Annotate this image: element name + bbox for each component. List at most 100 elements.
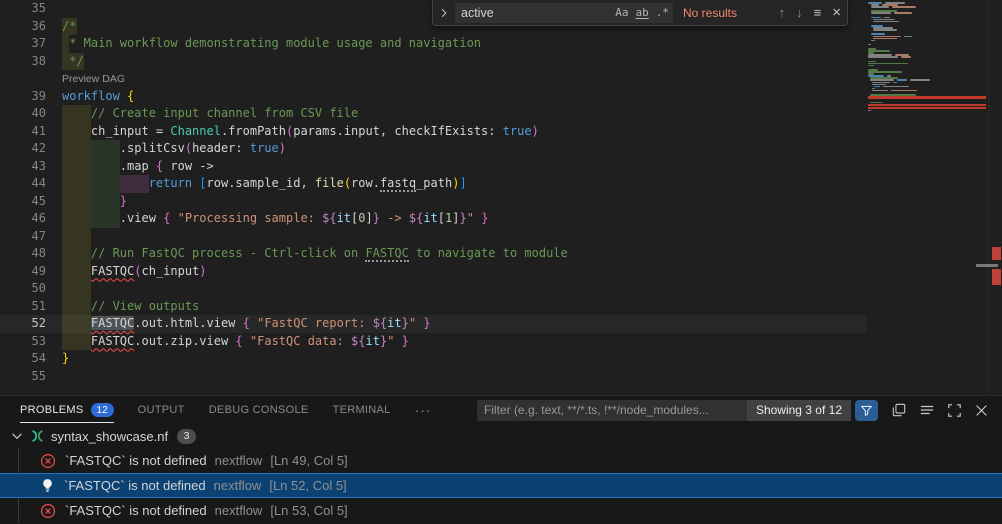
match-case-toggle[interactable]: Aa [615,6,628,19]
line-number: 35 [0,0,46,18]
code-token: it [387,316,401,330]
code-token: true [503,124,532,138]
filter-funnel-button[interactable] [855,400,878,421]
line-number: 37 [0,35,46,53]
problem-message: `FASTQC` is not defined [64,478,206,493]
code-line[interactable]: 37 * Main workflow demonstrating module … [0,35,866,53]
maximize-panel-icon[interactable] [948,404,961,417]
code-token: [ [199,176,206,190]
code-line[interactable]: 43 .map { row -> [0,158,866,176]
code-line[interactable]: 54} [0,350,866,368]
ruler-cursor-mark [976,264,998,267]
minimap[interactable] [868,2,988,112]
view-as-list-icon[interactable] [920,403,934,417]
line-number: 36 [0,18,46,36]
previous-match-icon[interactable]: ↑ [779,5,786,20]
ruler-error-mark [992,269,1001,285]
code-line[interactable]: 39workflow { [0,88,866,106]
code-line[interactable]: 44 return [row.sample_id, file(row.fastq… [0,175,866,193]
problem-row[interactable]: `FASTQC` is not definednextflow[Ln 52, C… [0,473,1002,498]
problem-row[interactable]: `FASTQC` is not definednextflow[Ln 53, C… [0,498,1002,523]
line-number: 38 [0,53,46,71]
close-panel-icon[interactable] [975,404,988,417]
code-token [62,246,91,260]
code-token: .fromPath [221,124,286,138]
code-token: } [62,351,69,365]
code-token: it [366,334,380,348]
codelens-preview-dag[interactable]: Preview DAG [62,73,125,85]
code-token: -> [380,211,409,225]
code-token: } [373,211,380,225]
file-problem-count-badge: 3 [177,429,196,444]
problem-source: nextflow [215,453,263,468]
problems-tree: syntax_showcase.nf 3 `FASTQC` is not def… [0,424,1002,523]
more-tabs-icon[interactable]: ··· [415,397,432,424]
code-line[interactable]: 48 // Run FastQC process - Ctrl-click on… [0,245,866,263]
line-number: 43 [0,158,46,176]
close-find-icon[interactable]: × [832,4,841,21]
problems-file-group[interactable]: syntax_showcase.nf 3 [0,424,1002,448]
code-token: fastq [380,176,416,192]
code-token: // View outputs [91,299,199,313]
view-as-table-icon[interactable] [892,403,906,417]
code-token [62,264,91,278]
panel-header: PROBLEMS 12 OUTPUT DEBUG CONSOLE TERMINA… [0,396,1002,424]
code-token: 0 [358,211,365,225]
next-match-icon[interactable]: ↓ [796,5,803,20]
code-line[interactable]: 42 .splitCsv(header: true) [0,140,866,158]
find-input[interactable]: active Aa ab .* [455,3,673,23]
problems-filter-input[interactable]: Filter (e.g. text, **/*.ts, !**/node_mod… [477,400,747,421]
line-number: 51 [0,298,46,316]
code-line[interactable]: 53 FASTQC.out.zip.view { "FastQC data: $… [0,333,866,351]
ruler-error-mark [992,247,1001,260]
code-editor[interactable]: 3536/*37 * Main workflow demonstrating m… [0,0,866,395]
whole-word-toggle[interactable]: ab [636,6,649,19]
code-token: * Main workflow demonstrating module usa… [62,36,481,50]
code-line[interactable]: 46 .view { "Processing sample: ${it[0]} … [0,210,866,228]
code-line[interactable]: 49 FASTQC(ch_input) [0,263,866,281]
code-token: FASTQC [91,334,134,348]
code-token: _path [416,176,452,190]
code-line[interactable]: 47 [0,228,866,246]
code-line[interactable]: 51 // View outputs [0,298,866,316]
toggle-replace-chevron-icon[interactable] [439,8,455,18]
tab-terminal[interactable]: TERMINAL [333,397,391,424]
tab-output[interactable]: OUTPUT [138,397,185,424]
code-token: { [235,334,242,348]
code-token: ] [459,176,466,190]
codelens-row[interactable]: Preview DAG [0,70,866,88]
regex-toggle[interactable]: .* [656,6,669,19]
code-line[interactable]: 38 */ [0,53,866,71]
code-line[interactable]: 50 [0,280,866,298]
code-token [62,299,91,313]
code-token: // Run FastQC process - Ctrl-click on [91,246,366,260]
find-in-selection-icon[interactable]: ≡ [814,5,822,20]
code-line[interactable]: 52 FASTQC.out.html.view { "FastQC report… [0,315,866,333]
code-line[interactable]: 41 ch_input = Channel.fromPath(params.in… [0,123,866,141]
indent-guide-highlight [62,228,91,246]
code-token: it [423,211,437,225]
code-line[interactable]: 55 [0,368,866,386]
line-number: 46 [0,210,46,228]
code-token: workflow [62,89,127,103]
error-icon [40,453,56,469]
problem-source: nextflow [215,503,263,518]
code-token [62,106,91,120]
code-token: .map [62,159,156,173]
code-token: FASTQC [91,316,134,330]
code-token: "FastQC report: [257,316,373,330]
code-line[interactable]: 45 } [0,193,866,211]
code-token: } [423,316,430,330]
code-token: "FastQC data: [250,334,351,348]
overview-ruler[interactable] [988,0,1002,395]
tab-problems[interactable]: PROBLEMS 12 [20,397,114,424]
code-token: row. [351,176,380,190]
code-line[interactable]: 40 // Create input channel from CSV file [0,105,866,123]
code-token: { [127,89,134,103]
minimap-line [868,110,988,112]
problem-message: `FASTQC` is not defined [65,453,207,468]
code-token: true [250,141,279,155]
tab-debug-console[interactable]: DEBUG CONSOLE [209,397,309,424]
code-token [62,194,120,208]
problem-row[interactable]: `FASTQC` is not definednextflow[Ln 49, C… [0,448,1002,473]
